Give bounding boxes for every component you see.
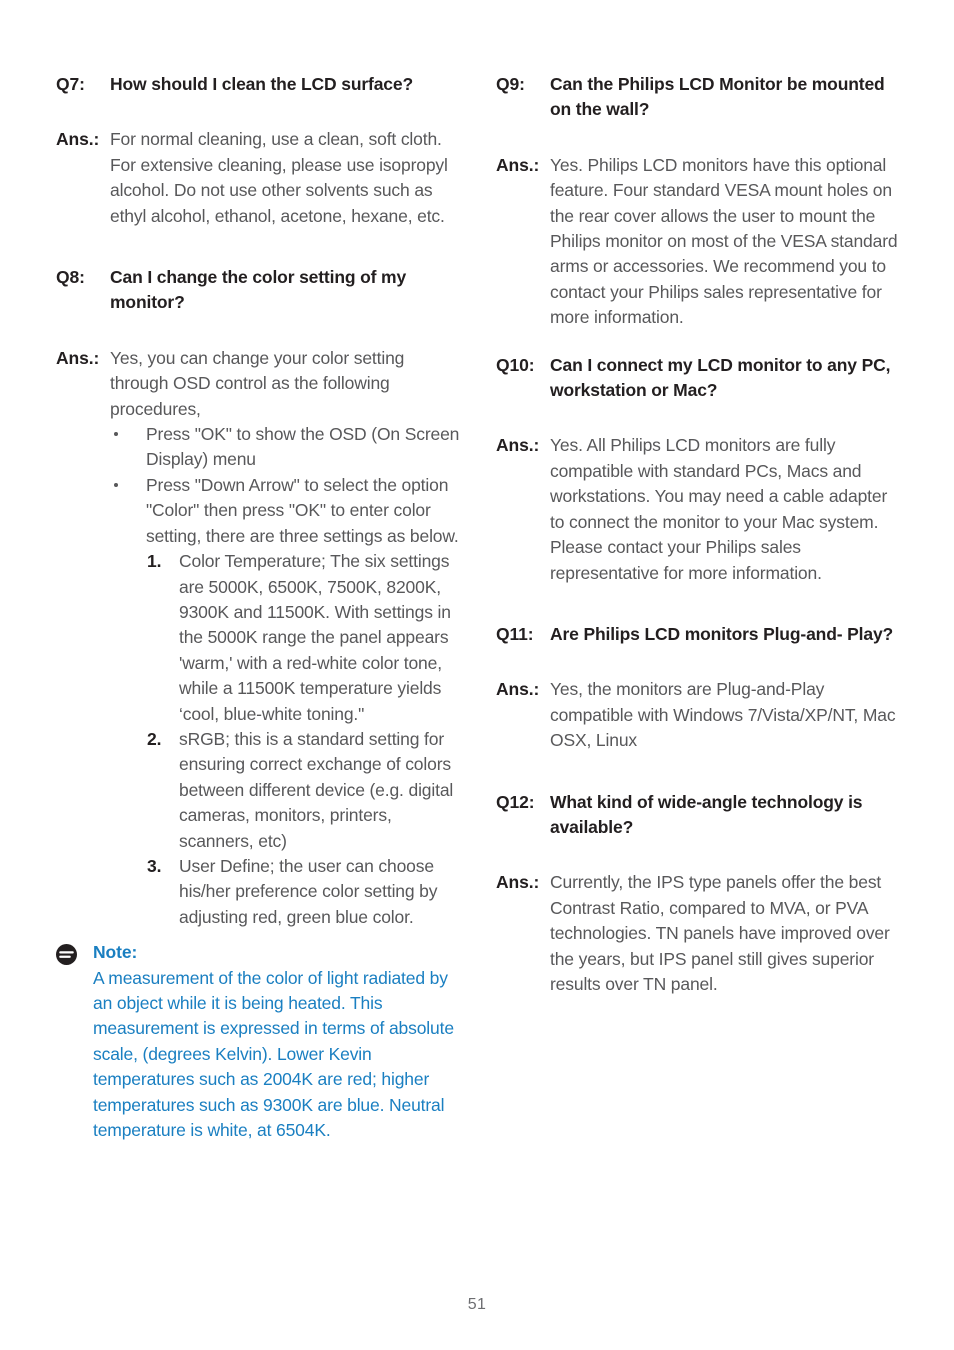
answer-q10: Ans.: Yes. All Philips LCD monitors are … [496, 433, 904, 585]
q12-answer-text: Currently, the IPS type panels offer the… [550, 872, 890, 994]
question-q12: Q12: What kind of wide-angle technology … [496, 790, 904, 841]
q9-label: Q9: [496, 74, 525, 94]
left-column: Q7: How should I clean the LCD surface? … [56, 72, 464, 1143]
q11-label: Q11: [496, 623, 534, 644]
q11-ans-label: Ans.: [496, 679, 540, 700]
page-number: 51 [467, 1296, 487, 1313]
q8-question-text: Can I change the color setting of my mon… [110, 267, 407, 313]
right-column: Q9: Can the Philips LCD Monitor be mount… [496, 72, 904, 997]
note-icon [56, 944, 77, 966]
question-q9: Q9: Can the Philips LCD Monitor be mount… [496, 72, 904, 123]
list-text: Color Temperature; The six settings are … [179, 551, 451, 724]
q10-ans-label: Ans.: [496, 435, 540, 456]
q9-answer-text: Yes. Philips LCD monitors have this opti… [550, 154, 898, 328]
q9-ans-label: Ans.: [496, 154, 540, 175]
question-q11: Q11: Are Philips LCD monitors Plug-and- … [496, 622, 904, 647]
bullet-icon [114, 432, 118, 437]
answer-q9: Ans.: Yes. Philips LCD monitors have thi… [496, 153, 904, 331]
question-q8: Q8: Can I change the color setting of my… [56, 265, 464, 316]
q8-ans-label: Ans.: [56, 347, 100, 368]
answer-q11: Ans.: Yes, the monitors are Plug-and-Pla… [496, 677, 904, 753]
q10-answer-text: Yes. All Philips LCD monitors are fully … [550, 435, 888, 583]
note-callout: Note: A measurement of the color of ligh… [56, 940, 464, 1143]
answer-q12: Ans.: Currently, the IPS type panels off… [496, 870, 904, 997]
q7-ans-label: Ans.: [56, 129, 100, 150]
bullet-text: Press "OK" to show the OSD (On Screen Di… [146, 424, 460, 470]
q10-label: Q10: [496, 354, 535, 375]
list-item: 3. User Define; the user can choose his/… [112, 854, 464, 930]
bullet-text: Press "Down Arrow" to select the option … [146, 474, 459, 546]
question-q10: Q10: Can I connect my LCD monitor to any… [496, 353, 904, 404]
note-text: A measurement of the color of light radi… [93, 967, 454, 1141]
q12-question-text: What kind of wide-angle technology is av… [550, 791, 863, 837]
list-item: 1. Color Temperature; The six settings a… [112, 549, 464, 727]
q11-answer-text: Yes, the monitors are Plug-and-Play comp… [550, 679, 896, 751]
q10-question-text: Can I connect my LCD monitor to any PC, … [550, 354, 891, 401]
q12-ans-label: Ans.: [496, 872, 540, 893]
q7-question-text: How should I clean the LCD surface? [110, 74, 413, 94]
answer-q7: Ans.: For normal cleaning, use a clean, … [56, 127, 464, 229]
q8-settings-list: 1. Color Temperature; The six settings a… [56, 549, 464, 930]
list-number: 2. [147, 728, 162, 749]
q7-answer-text: For normal cleaning, use a clean, soft c… [110, 129, 448, 226]
manual-page: Q7: How should I clean the LCD surface? … [0, 0, 954, 1350]
list-text: User Define; the user can choose his/her… [179, 855, 438, 927]
q9-question-text: Can the Philips LCD Monitor be mounted o… [550, 74, 885, 120]
list-item: Press "Down Arrow" to select the option … [112, 473, 464, 549]
q8-procedure-bullets: Press "OK" to show the OSD (On Screen Di… [56, 422, 464, 549]
note-title: Note: [93, 942, 138, 963]
list-item: 2. sRGB; this is a standard setting for … [112, 727, 464, 854]
list-item: Press "OK" to show the OSD (On Screen Di… [112, 422, 464, 473]
question-q7: Q7: How should I clean the LCD surface? [56, 72, 464, 97]
list-text: sRGB; this is a standard setting for ens… [179, 728, 454, 851]
list-number: 1. [147, 551, 162, 572]
q7-label: Q7: [56, 74, 85, 94]
q8-answer-text: Yes, you can change your color setting t… [110, 347, 405, 419]
bullet-icon [114, 482, 118, 487]
q12-label: Q12: [496, 791, 535, 812]
q8-label: Q8: [56, 267, 85, 288]
answer-q8: Ans.: Yes, you can change your color set… [56, 346, 464, 422]
list-number: 3. [147, 855, 162, 876]
two-column-layout: Q7: How should I clean the LCD surface? … [56, 72, 904, 1143]
q11-question-text: Are Philips LCD monitors Plug-and- Play? [550, 623, 894, 644]
